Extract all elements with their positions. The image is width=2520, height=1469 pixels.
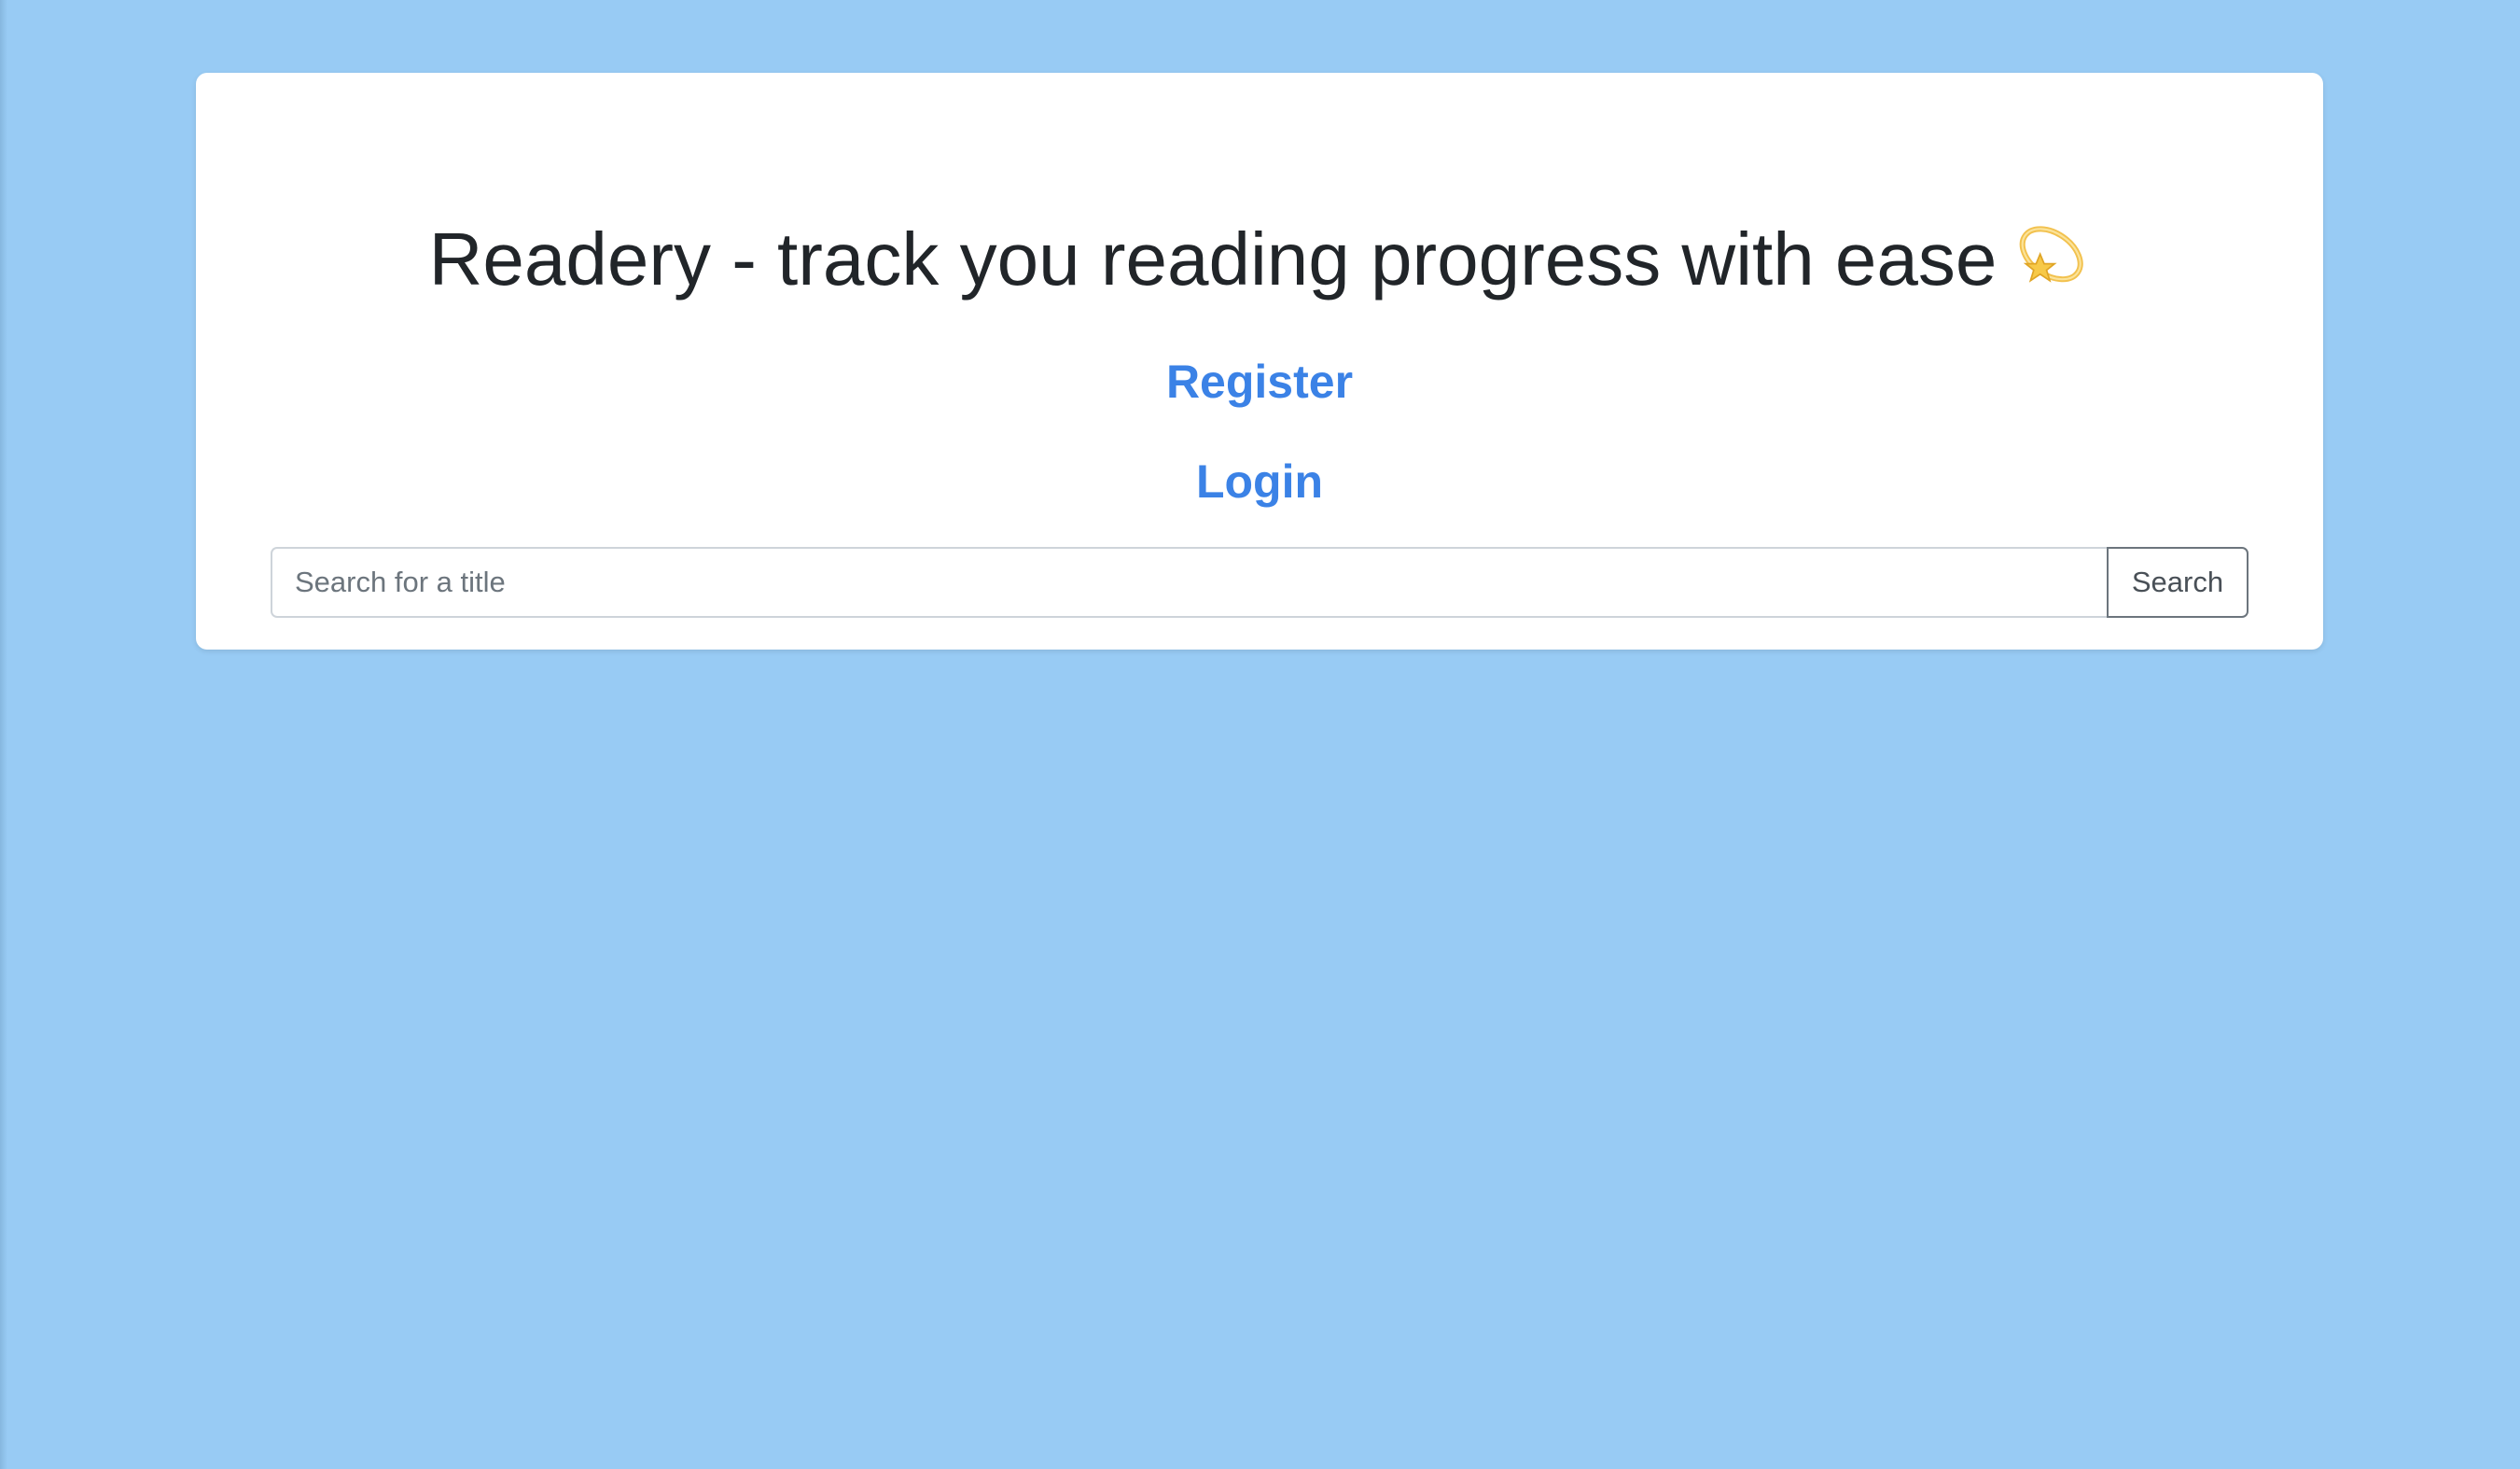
window-edge-shadow [0,0,7,1469]
search-group: Search [271,547,2249,618]
register-link[interactable]: Register [196,354,2323,410]
page-title-text: Readery - track you reading progress wit… [428,217,1998,301]
login-link[interactable]: Login [196,454,2323,510]
page-title: Readery - track you reading progress wit… [196,213,2323,306]
main-card: Readery - track you reading progress wit… [196,73,2323,650]
dizzy-star-icon [2020,226,2084,283]
search-button[interactable]: Search [2107,547,2249,618]
search-input[interactable] [271,547,2107,618]
